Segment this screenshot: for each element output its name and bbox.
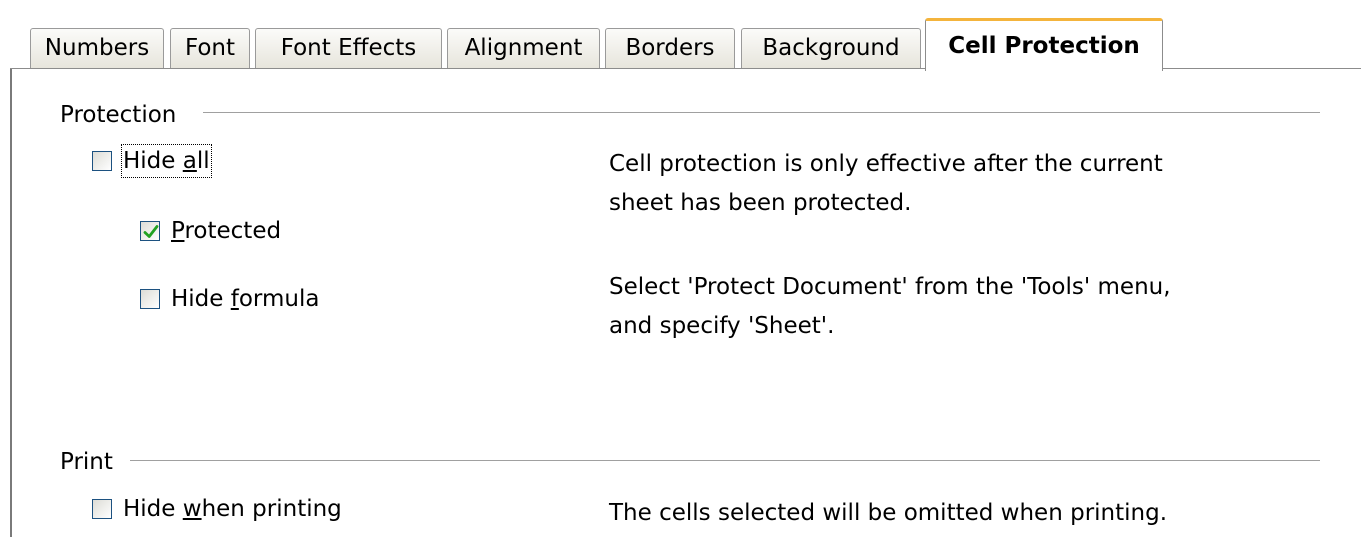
- protection-info-line-4: and specify 'Sheet'.: [609, 313, 835, 339]
- tab-cell-protection[interactable]: Cell Protection: [925, 18, 1163, 71]
- protected-checkbox[interactable]: [140, 221, 160, 241]
- protection-info-line-3: Select 'Protect Document' from the 'Tool…: [609, 274, 1171, 300]
- protection-separator: [203, 112, 1320, 113]
- print-group-label: Print: [60, 449, 113, 475]
- hide-formula-label[interactable]: Hide formula: [171, 284, 319, 314]
- hide-when-printing-label[interactable]: Hide when printing: [123, 494, 342, 524]
- tab-font-effects[interactable]: Font Effects: [255, 28, 442, 68]
- protection-info-line-1: Cell protection is only effective after …: [609, 151, 1163, 177]
- tab-numbers[interactable]: Numbers: [30, 28, 164, 68]
- print-separator: [130, 460, 1320, 461]
- protected-checkbox-row[interactable]: Protected: [140, 214, 281, 248]
- protected-label[interactable]: Protected: [171, 216, 281, 246]
- hide-when-printing-checkbox-row[interactable]: Hide when printing: [92, 492, 342, 526]
- tab-alignment[interactable]: Alignment: [447, 28, 600, 68]
- protection-group-label: Protection: [60, 102, 177, 128]
- hide-when-printing-checkbox[interactable]: [92, 499, 112, 519]
- format-cells-dialog: Numbers Font Font Effects Alignment Bord…: [0, 0, 1361, 537]
- hide-all-checkbox[interactable]: [92, 151, 112, 171]
- tab-background[interactable]: Background: [741, 28, 921, 68]
- hide-formula-checkbox[interactable]: [140, 289, 160, 309]
- print-info: The cells selected will be omitted when …: [609, 500, 1168, 526]
- hide-all-label[interactable]: Hide all: [121, 144, 212, 178]
- hide-formula-checkbox-row[interactable]: Hide formula: [140, 282, 319, 316]
- tab-font[interactable]: Font: [170, 28, 250, 68]
- dialog-left-edge: [10, 68, 12, 537]
- hide-all-checkbox-row[interactable]: Hide all: [92, 144, 212, 178]
- protection-info-line-2: sheet has been protected.: [609, 190, 912, 216]
- tab-borders[interactable]: Borders: [605, 28, 735, 68]
- checkmark-icon: [143, 225, 159, 238]
